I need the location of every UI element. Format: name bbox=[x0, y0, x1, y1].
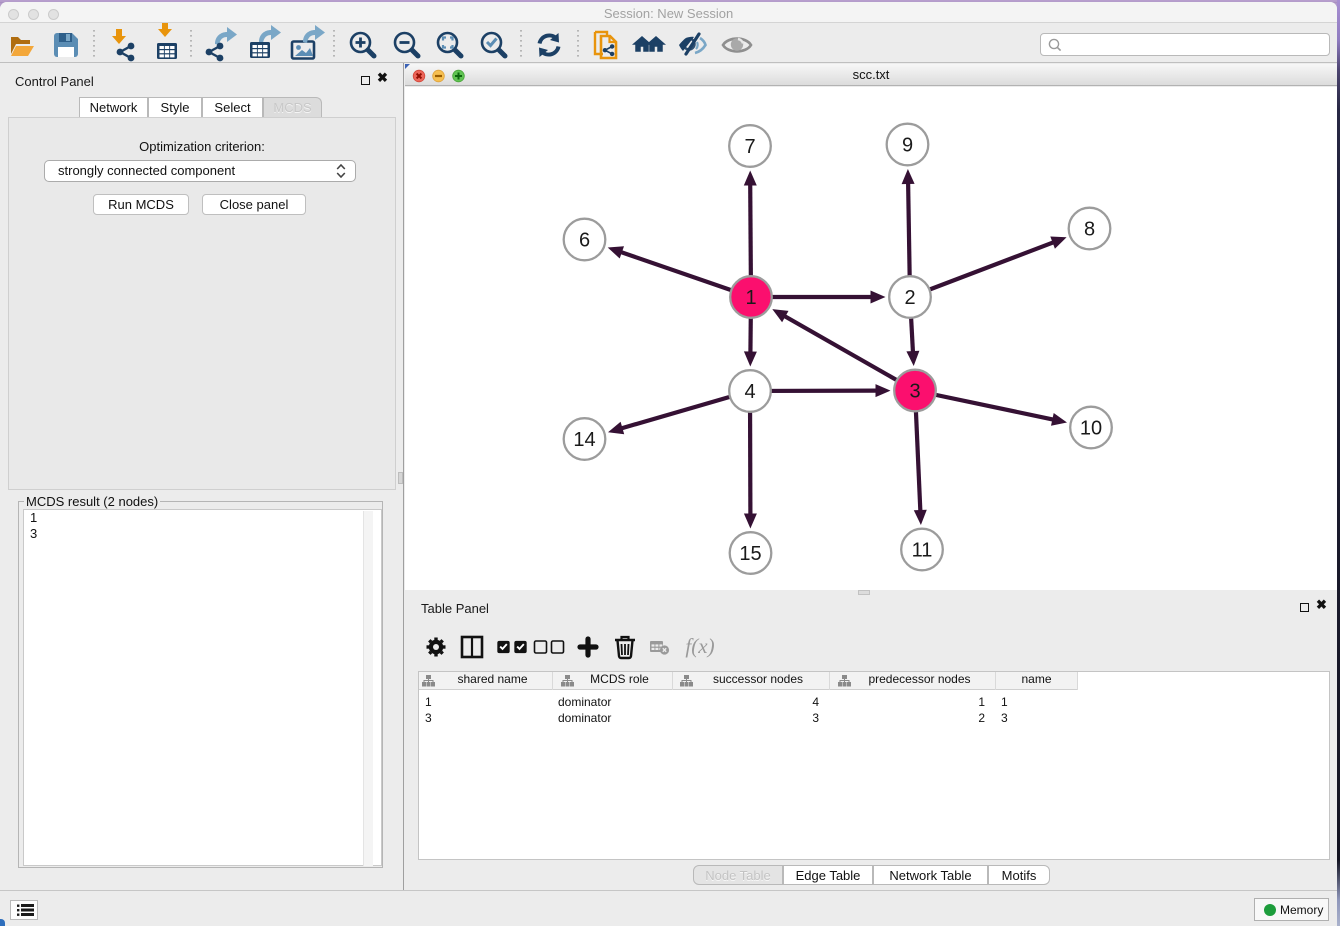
svg-text:15: 15 bbox=[739, 543, 761, 565]
svg-text:6: 6 bbox=[579, 230, 590, 252]
svg-text:1: 1 bbox=[745, 287, 756, 309]
svg-text:f(x): f(x) bbox=[685, 634, 714, 658]
svg-text:10: 10 bbox=[1080, 418, 1102, 440]
svg-text:7: 7 bbox=[744, 136, 755, 158]
svg-text:4: 4 bbox=[744, 381, 755, 403]
svg-text:11: 11 bbox=[912, 540, 933, 562]
svg-text:9: 9 bbox=[902, 135, 913, 157]
svg-text:14: 14 bbox=[573, 429, 595, 451]
svg-text:8: 8 bbox=[1084, 219, 1095, 241]
svg-text:2: 2 bbox=[904, 287, 915, 309]
svg-text:3: 3 bbox=[909, 381, 920, 403]
